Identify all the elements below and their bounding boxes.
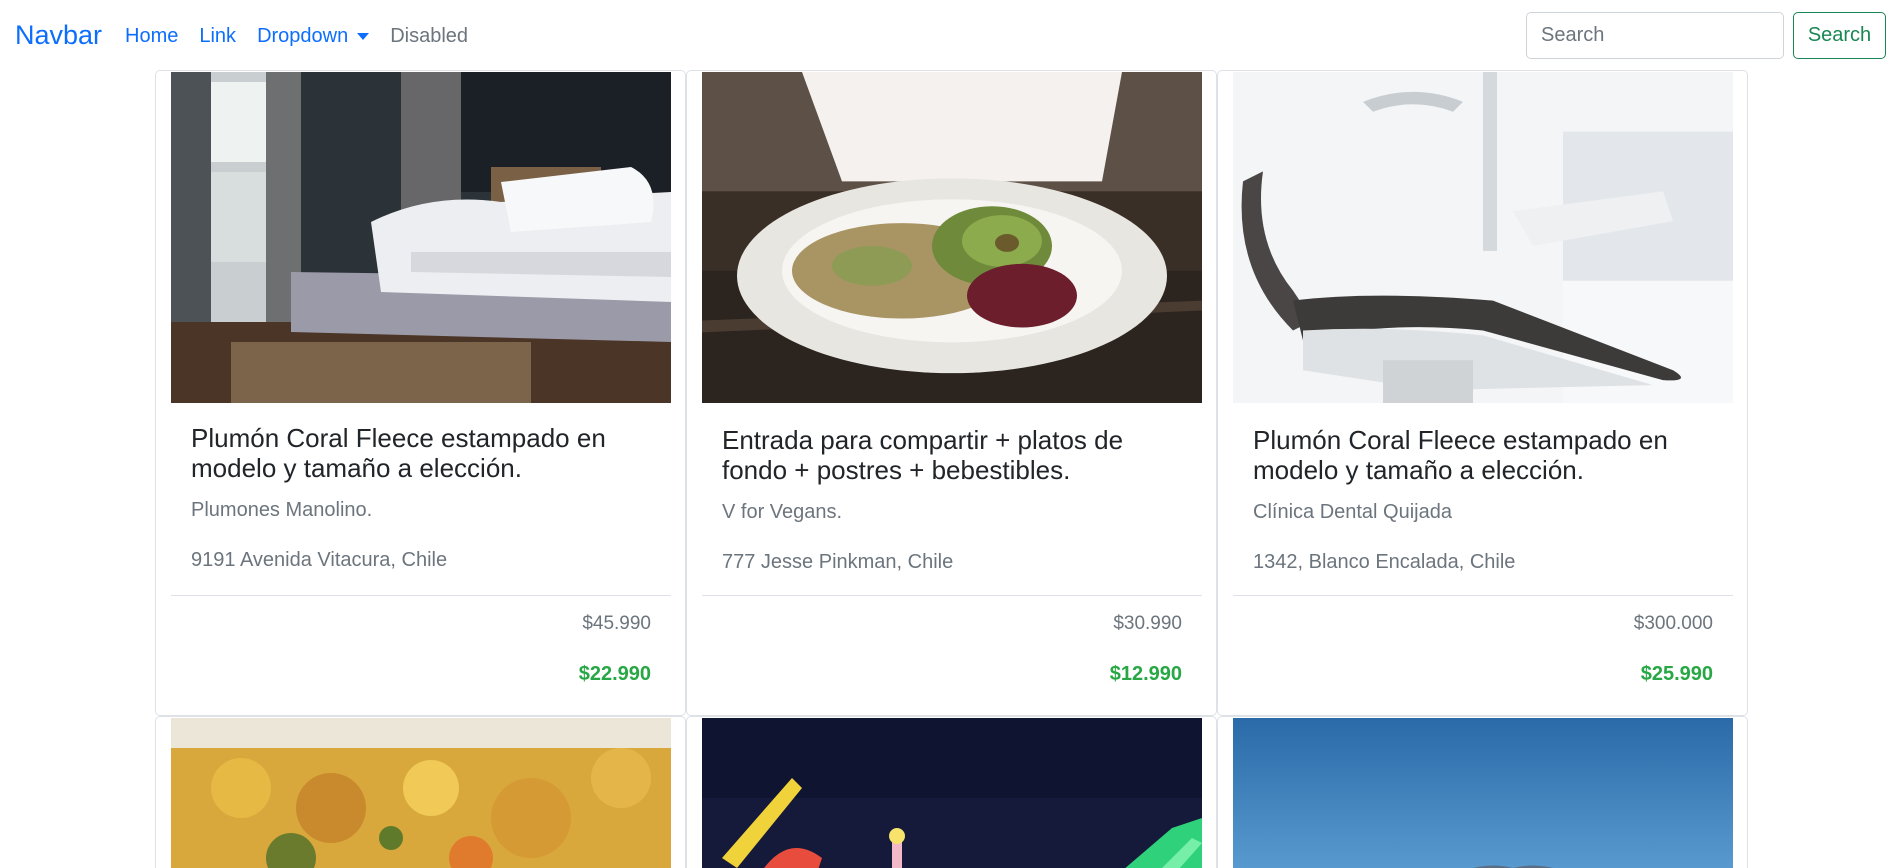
card-vendor: Clínica Dental Quijada: [1253, 501, 1452, 523]
nav-dropdown[interactable]: Dropdown: [257, 25, 370, 48]
nav-link-link[interactable]: Link: [199, 25, 236, 48]
navbar: Navbar Home Link Dropdown Disabled Searc…: [0, 0, 1898, 72]
card-title: Plumón Coral Fleece estampado en modelo …: [191, 423, 606, 483]
sky-landscape-photo: [1233, 718, 1733, 868]
search-button[interactable]: Search: [1793, 12, 1886, 59]
card-address: 9191 Avenida Vitacura, Chile: [191, 549, 448, 571]
offer-card[interactable]: [1217, 716, 1748, 868]
nav-link-disabled: Disabled: [390, 25, 469, 47]
offer-card[interactable]: Entrada para compartir + platos de fondo…: [686, 70, 1217, 716]
card-divider: [171, 595, 671, 596]
card-title: Entrada para compartir + platos de fondo…: [722, 425, 1124, 485]
nav-dropdown-label: Dropdown: [257, 25, 349, 47]
caret-down-icon: [357, 33, 370, 40]
nav-link-home[interactable]: Home: [125, 25, 178, 48]
card-old-price: $45.990: [582, 613, 651, 634]
offer-card[interactable]: [686, 716, 1217, 868]
card-new-price: $12.990: [1109, 663, 1182, 685]
card-old-price: $30.990: [1113, 613, 1182, 634]
nav-links: Home Link Dropdown Disabled: [125, 25, 468, 48]
navbar-brand[interactable]: Navbar: [15, 20, 102, 51]
card-vendor: V for Vegans.: [722, 501, 843, 523]
card-vendor: Plumones Manolino.: [191, 499, 373, 521]
night-fair-lights-photo: [702, 718, 1202, 868]
bedroom-bed-photo: [171, 72, 671, 403]
card-title: Plumón Coral Fleece estampado en modelo …: [1253, 425, 1668, 485]
search-input[interactable]: [1526, 12, 1784, 59]
card-new-price: $25.990: [1640, 663, 1713, 685]
dental-chair-photo: [1233, 72, 1733, 403]
offer-card[interactable]: Plumón Coral Fleece estampado en modelo …: [1217, 70, 1748, 716]
offer-card[interactable]: Plumón Coral Fleece estampado en modelo …: [155, 70, 686, 716]
card-address: 777 Jesse Pinkman, Chile: [722, 551, 954, 573]
card-old-price: $300.000: [1633, 613, 1713, 634]
card-divider: [702, 595, 1202, 596]
offer-card[interactable]: [155, 716, 686, 868]
card-address: 1342, Blanco Encalada, Chile: [1253, 551, 1516, 573]
scrambled-food-photo: [171, 718, 671, 868]
vegan-salad-plate-photo: [702, 72, 1202, 403]
card-divider: [1233, 595, 1733, 596]
card-new-price: $22.990: [578, 663, 651, 685]
